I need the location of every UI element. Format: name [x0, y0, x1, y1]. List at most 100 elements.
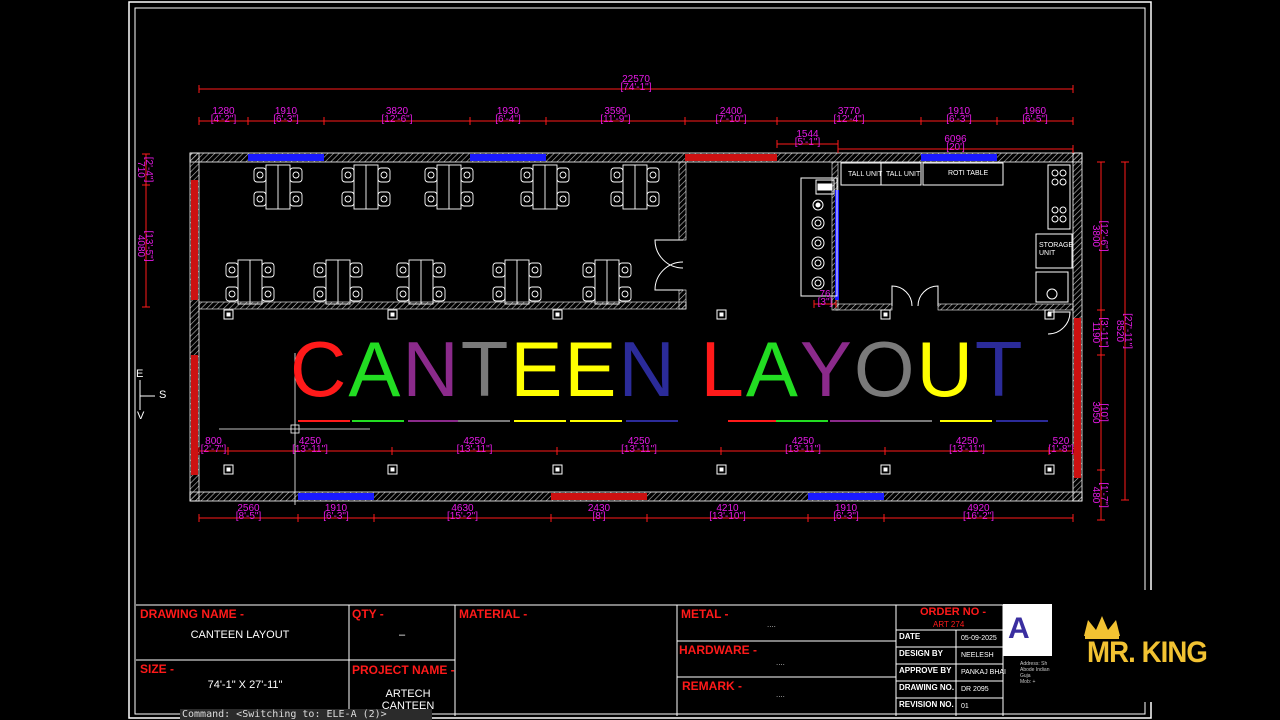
dimension-imperial: [20'] [946, 142, 965, 153]
dimension-imperial: [13'-10"] [709, 511, 746, 522]
title-letter: A [745, 325, 800, 413]
title-block-row-value: PANKAJ BHAI [961, 669, 1006, 676]
title-block-row-label: DATE [899, 632, 921, 641]
order-no-label: ORDER NO - [920, 606, 986, 618]
underline-bar [996, 420, 1048, 422]
dining-table-set [492, 259, 542, 305]
dimension-imperial: [13'-11"] [292, 444, 328, 455]
dimension-imperial: [8'] [592, 511, 605, 522]
dimension-imperial: [10'] [1098, 403, 1109, 422]
underline-bar [830, 420, 882, 422]
title-letter: L [700, 325, 746, 413]
project-name-label: PROJECT NAME - [352, 663, 455, 677]
title-letter: U [916, 325, 975, 413]
title-letter: A [348, 325, 403, 413]
kitchen-equipment [800, 162, 1073, 303]
remark-value: .... [776, 690, 785, 699]
dimension-imperial: [15'-2"] [447, 511, 478, 522]
dining-table-set [253, 164, 303, 210]
dimension-imperial: [6'-4"] [495, 114, 521, 125]
underline-bar [352, 420, 404, 422]
command-line[interactable]: Command: <Switching to: ELE-A (2)> [180, 709, 432, 720]
title-block-row-label: DESIGN BY [899, 649, 944, 658]
size-value: 74'-1" X 27'-11" [207, 679, 283, 691]
title-letter: E [510, 325, 565, 413]
dining-table-set [341, 164, 391, 210]
dining-table-set [424, 164, 474, 210]
address-line: Mob: + [1020, 679, 1036, 685]
dimension-imperial: [6'-3"] [946, 114, 972, 125]
title-block-grid [136, 604, 1004, 716]
mr-king-watermark-text: MR. KING [1087, 636, 1208, 669]
dining-table-set [610, 164, 660, 210]
canteen-layout-title: CANTEEN LAYOUT [290, 330, 1025, 408]
drawing-name-label: DRAWING NAME - [140, 607, 244, 621]
dimension-imperial: [12'-6"] [1098, 220, 1109, 251]
dimension-imperial: [2'-7"] [201, 444, 227, 455]
dimension-imperial: [6'-3"] [323, 511, 349, 522]
hardware-label: HARDWARE - [679, 643, 757, 657]
title-block-row-value: 01 [961, 703, 969, 710]
dimension-imperial: [11'-9"] [600, 114, 631, 125]
dimension-texts: 22570[74'-1"]1280[4'-2"]1910[6'-3"]3820[… [135, 74, 1133, 522]
metal-value: .... [767, 620, 776, 629]
compass-s: S [159, 389, 167, 401]
dimension-imperial: [74'-1"] [620, 82, 651, 93]
title-letter: T [460, 325, 511, 413]
dimension-imperial: [27'-11"] [1122, 313, 1133, 349]
kitchen-label-roti-table: ROTI TABLE [948, 170, 989, 177]
dining-table-set [225, 259, 275, 305]
underline-bar [880, 420, 932, 422]
underline-bar [298, 420, 350, 422]
kitchen-label-storage-unit: STORAGE UNIT [1039, 242, 1074, 257]
kitchen-label-tall-unit-1: TALL UNIT [848, 171, 883, 178]
title-letter: E [564, 325, 619, 413]
title-letter [677, 330, 701, 408]
dimension-imperial: [4'-2"] [211, 114, 237, 125]
dimension-imperial: [1'-7"] [1098, 482, 1109, 508]
qty-label: QTY - [352, 607, 384, 621]
underline-bar [626, 420, 678, 422]
order-no-value: ART 274 [933, 620, 965, 629]
size-label: SIZE - [140, 662, 175, 676]
dimension-imperial: [12'-4"] [833, 114, 864, 125]
dimension-imperial: [6'-3"] [833, 511, 859, 522]
dimension-imperial: [6'-5"] [1022, 114, 1048, 125]
underline-bar [514, 420, 566, 422]
title-letter: C [290, 325, 349, 413]
dimension-imperial: [13'-5"] [143, 230, 154, 261]
underline-bar [940, 420, 992, 422]
title-letter: O [853, 325, 917, 413]
dimension-imperial: [7'-10"] [715, 114, 746, 125]
door-swings [654, 239, 1071, 335]
title-letter: T [974, 325, 1025, 413]
dining-tables [225, 164, 660, 305]
compass-v: V [137, 410, 145, 422]
dimension-imperial: [3"] [818, 297, 833, 308]
compass-e: E [136, 368, 144, 380]
company-logo-letter: A [1008, 612, 1030, 645]
title-letter: N [618, 325, 677, 413]
metal-label: METAL - [681, 607, 729, 621]
dining-table-set [582, 259, 632, 305]
dining-table-set [520, 164, 570, 210]
ucs-arrow [139, 380, 155, 410]
qty-value: – [398, 629, 406, 641]
title-block-row-value: NEELESH [961, 652, 994, 659]
dimension-imperial: [13'-11"] [785, 444, 821, 455]
underline-bar [570, 420, 622, 422]
title-block-row-label: REVISION NO. [899, 700, 954, 709]
underline-bar [458, 420, 510, 422]
remark-label: REMARK - [682, 679, 742, 693]
title-block-row-value: 05-09-2025 [961, 635, 997, 642]
underline-bar [776, 420, 828, 422]
underline-bar [408, 420, 460, 422]
title-block-row-label: APPROVE BY [899, 666, 952, 675]
underline-bar [728, 420, 780, 422]
dining-table-set [313, 259, 363, 305]
dimension-imperial: [13'-11"] [621, 444, 657, 455]
title-letter: N [402, 325, 461, 413]
title-underline [298, 420, 1048, 422]
dimension-imperial: [13'-11"] [949, 444, 985, 455]
kitchen-label-tall-unit-2: TALL UNIT [886, 171, 921, 178]
